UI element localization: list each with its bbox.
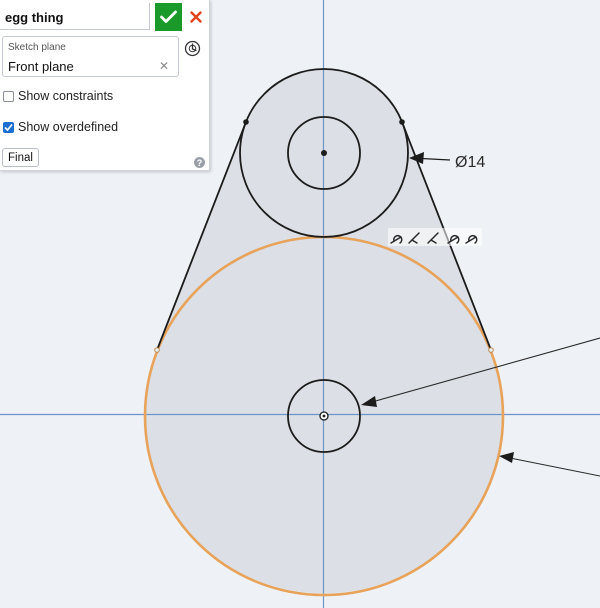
show-constraints-checkbox[interactable] — [3, 90, 14, 102]
tangent-point-overdefined[interactable] — [488, 347, 494, 353]
sketch-plane-value: Front plane — [8, 59, 74, 74]
origin-dot — [322, 414, 326, 418]
tangent-point-overdefined[interactable] — [154, 347, 160, 353]
close-icon — [189, 11, 202, 23]
sketch-plane-label: Sketch plane — [8, 42, 66, 53]
feature-name-field[interactable]: egg thing — [0, 3, 150, 30]
show-overdefined-checkbox[interactable] — [3, 121, 14, 133]
checkmark-icon — [160, 10, 177, 23]
final-button[interactable]: Final — [2, 148, 39, 167]
tangent-constraint-icons[interactable] — [388, 228, 482, 246]
show-constraints-toggle[interactable]: Show constraints — [3, 88, 113, 104]
diameter-dimension[interactable]: Ø14 — [455, 154, 485, 171]
clear-icon[interactable]: ✕ — [159, 59, 169, 73]
callout-leader-outer — [509, 457, 600, 477]
cancel-button[interactable] — [184, 3, 207, 31]
dialog-header: egg thing — [0, 3, 209, 32]
checkbox-check-icon — [4, 123, 13, 131]
tangent-point[interactable] — [399, 119, 405, 125]
sketch-plane-selector[interactable]: Sketch plane Front plane ✕ — [2, 36, 179, 77]
show-overdefined-toggle[interactable]: Show overdefined — [3, 119, 118, 135]
show-constraints-label: Show constraints — [18, 89, 114, 103]
help-icon[interactable]: ? — [194, 157, 205, 168]
sketch-plane-icon[interactable] — [184, 40, 201, 57]
confirm-button[interactable] — [155, 3, 182, 31]
callout-arrowhead — [499, 452, 514, 463]
sketch-feature-dialog: egg thing Sketch plane Front plane ✕ Sho… — [0, 0, 210, 171]
tangent-point[interactable] — [243, 119, 249, 125]
show-overdefined-label: Show overdefined — [18, 120, 119, 134]
top-center-point[interactable] — [321, 150, 327, 156]
